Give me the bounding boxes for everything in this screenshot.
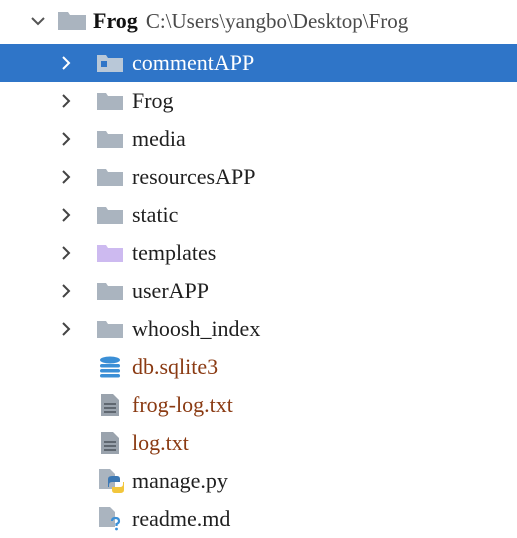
tree-item-label: templates: [132, 240, 217, 265]
chevron-right-icon[interactable]: [58, 283, 74, 299]
tree-root-frog[interactable]: Frog C:\Users\yangbo\Desktop\Frog: [0, 2, 517, 40]
database-icon: [98, 356, 122, 383]
templates-folder-icon: [97, 245, 123, 267]
folder-icon: [97, 207, 123, 229]
tree-item-commentapp[interactable]: commentAPP: [0, 44, 517, 82]
tree-item-label: whoosh_index: [132, 316, 261, 341]
tree-item-label: log.txt: [132, 430, 189, 455]
tree-item-label: frog-log.txt: [132, 392, 233, 417]
tree-item-label: userAPP: [132, 278, 210, 303]
project-tree: Frog C:\Users\yangbo\Desktop\Frog comment…: [0, 0, 517, 532]
tree-item-frog-log-txt[interactable]: frog-log.txt: [0, 386, 517, 424]
chevron-right-icon[interactable]: [58, 55, 74, 71]
tree-item-label: media: [132, 126, 186, 151]
chevron-right-icon[interactable]: [58, 321, 74, 337]
root-path: C:\Users\yangbo\Desktop\Frog: [145, 9, 409, 33]
tree-item-readme-md[interactable]: readme.md: [0, 500, 517, 538]
tree-item-label: resourcesAPP: [132, 164, 256, 189]
tree-item-label: db.sqlite3: [132, 354, 219, 379]
chevron-down-icon[interactable]: [30, 13, 46, 29]
tree-item-label: readme.md: [132, 506, 231, 531]
root-title: Frog: [93, 8, 138, 33]
chevron-right-icon[interactable]: [58, 131, 74, 147]
tree-item-manage-py[interactable]: manage.py: [0, 462, 517, 500]
tree-item-frog[interactable]: Frog: [0, 82, 517, 120]
tree-item-userapp[interactable]: userAPP: [0, 272, 517, 310]
chevron-right-icon[interactable]: [58, 207, 74, 223]
tree-item-templates[interactable]: templates: [0, 234, 517, 272]
tree-item-log-txt[interactable]: log.txt: [0, 424, 517, 462]
tree-item-label: manage.py: [132, 468, 228, 493]
tree-item-db-sqlite3[interactable]: db.sqlite3: [0, 348, 517, 386]
folder-icon: [97, 93, 123, 115]
markdown-file-icon: [99, 507, 125, 536]
tree-item-static[interactable]: static: [0, 196, 517, 234]
folder-icon: [97, 55, 123, 77]
tree-item-label: Frog: [132, 88, 174, 113]
python-file-icon: [99, 469, 125, 498]
chevron-right-icon[interactable]: [58, 93, 74, 109]
folder-icon: [97, 283, 123, 305]
root-label: Frog C:\Users\yangbo\Desktop\Frog: [93, 2, 408, 40]
chevron-right-icon[interactable]: [58, 169, 74, 185]
folder-icon: [58, 12, 86, 35]
tree-item-label: commentAPP: [132, 50, 255, 75]
tree-item-label: static: [132, 202, 179, 227]
text-file-icon: [101, 394, 119, 421]
tree-item-whoosh-index[interactable]: whoosh_index: [0, 310, 517, 348]
chevron-right-icon[interactable]: [58, 245, 74, 261]
text-file-icon: [101, 432, 119, 459]
tree-item-resourcesapp[interactable]: resourcesAPP: [0, 158, 517, 196]
folder-icon: [97, 131, 123, 153]
folder-icon: [97, 321, 123, 343]
folder-icon: [97, 169, 123, 191]
tree-item-media[interactable]: media: [0, 120, 517, 158]
